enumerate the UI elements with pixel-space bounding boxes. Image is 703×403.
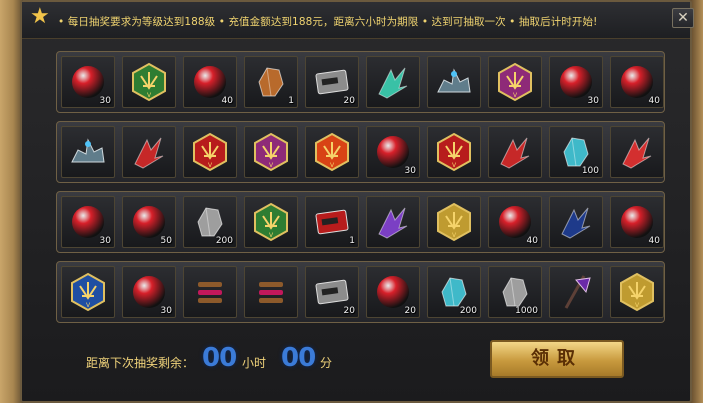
background-left-parchment xyxy=(0,0,22,403)
reward-slot[interactable]: V xyxy=(183,126,237,178)
item-count: 200 xyxy=(459,306,477,316)
reward-row: V 30 20 20 200 1000 V xyxy=(56,261,665,323)
item-count: 40 xyxy=(526,236,538,246)
reward-slot[interactable] xyxy=(427,56,481,108)
reward-slot[interactable]: 1 xyxy=(244,56,298,108)
item-count: 20 xyxy=(343,306,355,316)
reward-slot[interactable]: 200 xyxy=(183,196,237,248)
reward-slot[interactable]: 20 xyxy=(305,56,359,108)
red-emblem-icon: V xyxy=(315,132,349,172)
reward-slot[interactable]: 100 xyxy=(549,126,603,178)
item-count: 30 xyxy=(160,306,172,316)
scroll-bundle-icon xyxy=(259,282,283,303)
reward-slot[interactable] xyxy=(610,126,664,178)
reward-slot[interactable]: 1000 xyxy=(488,266,542,318)
reward-slot[interactable]: 30 xyxy=(366,126,420,178)
reward-slot[interactable] xyxy=(366,56,420,108)
reward-slot[interactable]: 30 xyxy=(61,196,115,248)
minutes-unit-label: 分 xyxy=(320,356,333,370)
blue-emblem-icon: V xyxy=(71,272,105,312)
countdown-label: 距离下次抽奖剩余： xyxy=(86,356,195,370)
purple-emblem-icon: V xyxy=(498,62,532,102)
gold-emblem-icon: V xyxy=(620,272,654,312)
reward-slot[interactable] xyxy=(549,196,603,248)
reward-row: 30 V 40 1 20 V 30 40 xyxy=(56,51,665,113)
reward-slot[interactable] xyxy=(549,266,603,318)
item-count: 20 xyxy=(343,96,355,106)
red-claw-icon xyxy=(622,137,652,169)
reward-slot[interactable]: V xyxy=(122,56,176,108)
reward-slot[interactable] xyxy=(183,266,237,318)
item-count: 30 xyxy=(99,96,111,106)
red-wings-icon xyxy=(134,137,164,169)
red-emblem-icon: V xyxy=(437,132,471,172)
countdown-minutes: 00 xyxy=(281,343,316,373)
close-button[interactable]: ✕ xyxy=(672,8,694,28)
mecha-mount-icon xyxy=(71,138,105,163)
reward-slot[interactable] xyxy=(122,126,176,178)
item-count: 20 xyxy=(404,306,416,316)
feather-wings-icon xyxy=(378,67,408,99)
red-emblem-icon: V xyxy=(193,132,227,172)
purple-emblem-icon: V xyxy=(254,132,288,172)
claim-button[interactable]: 领取 xyxy=(490,340,624,378)
star-icon: ★ xyxy=(30,4,50,29)
reward-slot[interactable]: 20 xyxy=(366,266,420,318)
reward-slot[interactable] xyxy=(244,266,298,318)
item-count: 1 xyxy=(349,236,355,246)
gold-emblem-icon: V xyxy=(437,202,471,242)
reward-slot[interactable]: 50 xyxy=(122,196,176,248)
reward-slot[interactable] xyxy=(488,126,542,178)
reward-slot[interactable]: 40 xyxy=(610,56,664,108)
reward-slot[interactable]: 1 xyxy=(305,196,359,248)
reward-slot[interactable]: 30 xyxy=(549,56,603,108)
reward-slot[interactable]: 40 xyxy=(610,196,664,248)
hours-unit-label: 小时 xyxy=(242,356,267,370)
reward-slot[interactable]: V xyxy=(610,266,664,318)
red-wings-icon xyxy=(500,137,530,169)
purple-axe-icon xyxy=(564,275,591,309)
red-card-icon xyxy=(315,209,349,235)
item-count: 40 xyxy=(648,96,660,106)
reward-slot[interactable]: 20 xyxy=(305,266,359,318)
reward-slot[interactable]: V xyxy=(244,196,298,248)
reward-slot[interactable] xyxy=(366,196,420,248)
item-count: 100 xyxy=(581,166,599,176)
item-count: 30 xyxy=(587,96,599,106)
reward-slot[interactable]: V xyxy=(427,196,481,248)
item-count: 1000 xyxy=(515,306,538,316)
item-count: 30 xyxy=(99,236,111,246)
rules-notice: • 每日抽奖要求为等级达到188级 • 充值金额达到188元，距离六小时为期限 … xyxy=(58,16,598,28)
reward-slot[interactable]: V xyxy=(427,126,481,178)
blue-wings-icon xyxy=(561,207,591,239)
item-count: 50 xyxy=(160,236,172,246)
reward-slot[interactable]: 30 xyxy=(122,266,176,318)
reward-slot[interactable]: 30 xyxy=(61,56,115,108)
purple-wings-icon xyxy=(378,207,408,239)
item-count: 30 xyxy=(404,166,416,176)
reward-slot[interactable]: V xyxy=(488,56,542,108)
item-count: 40 xyxy=(648,236,660,246)
scroll-bundle-icon xyxy=(198,282,222,303)
item-count: 200 xyxy=(215,236,233,246)
reward-slot[interactable]: 40 xyxy=(488,196,542,248)
reward-slot[interactable]: V xyxy=(244,126,298,178)
reward-slot[interactable]: V xyxy=(61,266,115,318)
green-emblem-icon: V xyxy=(132,62,166,102)
reward-slot[interactable]: V xyxy=(305,126,359,178)
item-count: 1 xyxy=(288,96,294,106)
reward-row: V V V 30 V 100 xyxy=(56,121,665,183)
green-emblem-icon: V xyxy=(254,202,288,242)
amber-crystal-icon xyxy=(258,67,284,97)
reward-slot[interactable]: 200 xyxy=(427,266,481,318)
reward-row: 30 50 200 V 1 V 40 40 xyxy=(56,191,665,253)
item-count: 40 xyxy=(221,96,233,106)
reward-slot[interactable]: 40 xyxy=(183,56,237,108)
countdown-hours: 00 xyxy=(202,343,237,373)
reward-slot[interactable] xyxy=(61,126,115,178)
mecha-mount-icon xyxy=(437,68,471,93)
